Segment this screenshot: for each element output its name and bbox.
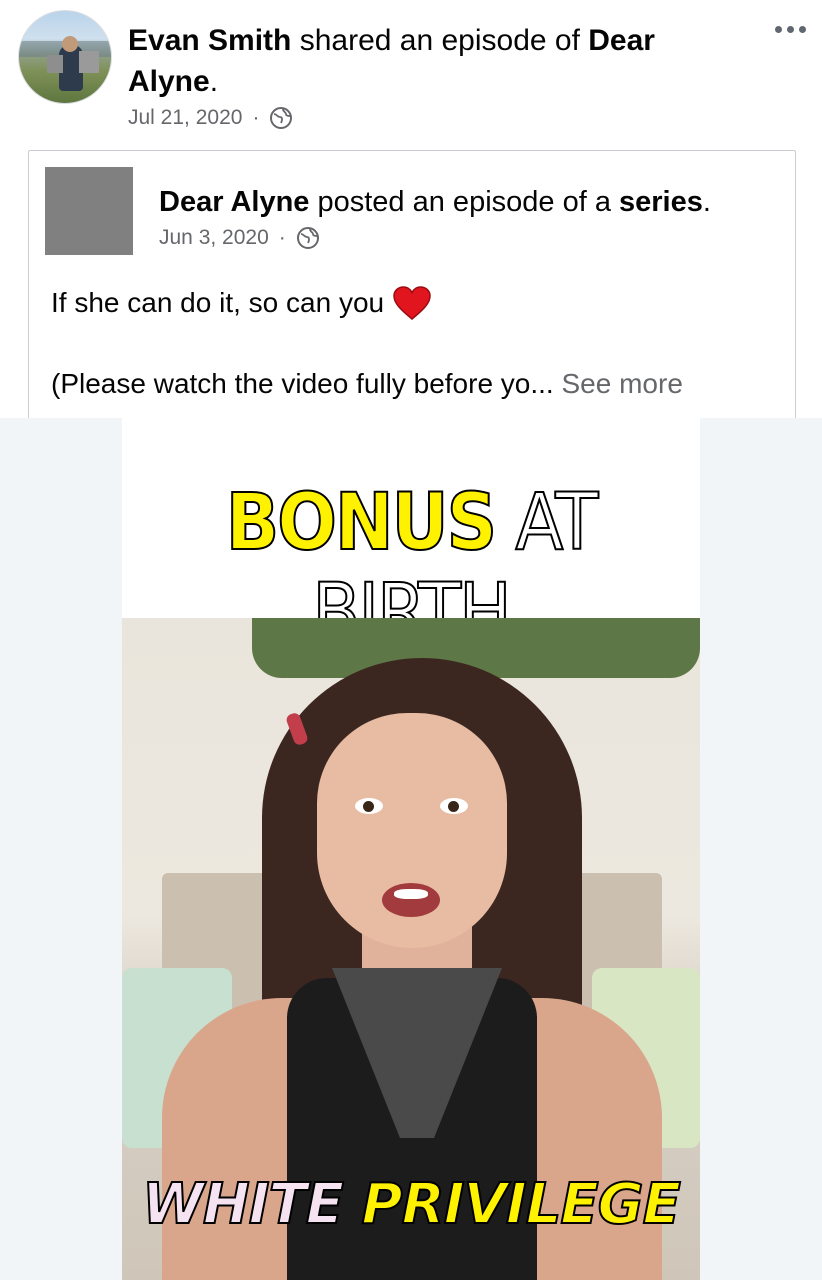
post-text-line: (Please watch the video fully before yo.…: [51, 367, 683, 401]
more-dot: [799, 26, 806, 33]
person-eye: [355, 798, 383, 814]
original-date-link[interactable]: Jun 3, 2020: [159, 226, 269, 250]
author-avatar[interactable]: [18, 10, 112, 104]
person-eye: [440, 798, 468, 814]
original-post-headline: Dear Alyne posted an episode of a series…: [159, 185, 711, 219]
post-text: If she can do it, so can you: [51, 287, 385, 318]
post-text-line: If she can do it, so can you: [51, 285, 432, 321]
see-more-link[interactable]: See more: [554, 368, 682, 399]
more-dot: [775, 26, 782, 33]
share-headline: Evan Smith shared an episode of Dear Aly…: [128, 20, 738, 102]
more-options-button[interactable]: [775, 26, 806, 33]
original-post-meta: Jun 3, 2020 ·: [159, 223, 320, 253]
share-meta: Jul 21, 2020 ·: [128, 103, 293, 133]
original-page-name-link[interactable]: Dear Alyne: [159, 186, 309, 218]
post-text-truncated: (Please watch the video fully before yo.…: [51, 368, 554, 399]
share-action-text: shared an episode of: [291, 24, 589, 57]
caption-highlight: PRIVILEGE: [361, 1172, 682, 1238]
original-action-text: posted an episode of a: [309, 186, 620, 218]
video-player[interactable]: BONUS AT BIRTH WHITE PRIVILEGE: [122, 418, 700, 1280]
original-post-card[interactable]: Dear Alyne posted an episode of a series…: [28, 150, 796, 419]
avatar-redaction: [47, 55, 63, 73]
page-avatar[interactable]: [45, 167, 133, 255]
globe-icon: [270, 107, 293, 129]
series-link[interactable]: series: [619, 186, 703, 218]
original-suffix: .: [702, 186, 711, 218]
video-title-highlight: BONUS: [225, 477, 498, 569]
avatar-face: [62, 36, 78, 52]
author-name-link[interactable]: Evan Smith: [128, 24, 291, 57]
person-mouth: [382, 883, 440, 917]
video-caption-overlay: WHITE PRIVILEGE: [122, 1172, 700, 1238]
share-date-link[interactable]: Jul 21, 2020: [128, 106, 242, 130]
meta-separator: ·: [252, 106, 260, 129]
caption-word: WHITE: [141, 1172, 362, 1238]
meta-separator: ·: [278, 226, 286, 249]
avatar-redaction: [79, 51, 99, 73]
heart-emoji-icon: [393, 286, 431, 320]
more-dot: [787, 26, 794, 33]
globe-icon: [296, 227, 319, 249]
headline-suffix: .: [209, 65, 219, 98]
